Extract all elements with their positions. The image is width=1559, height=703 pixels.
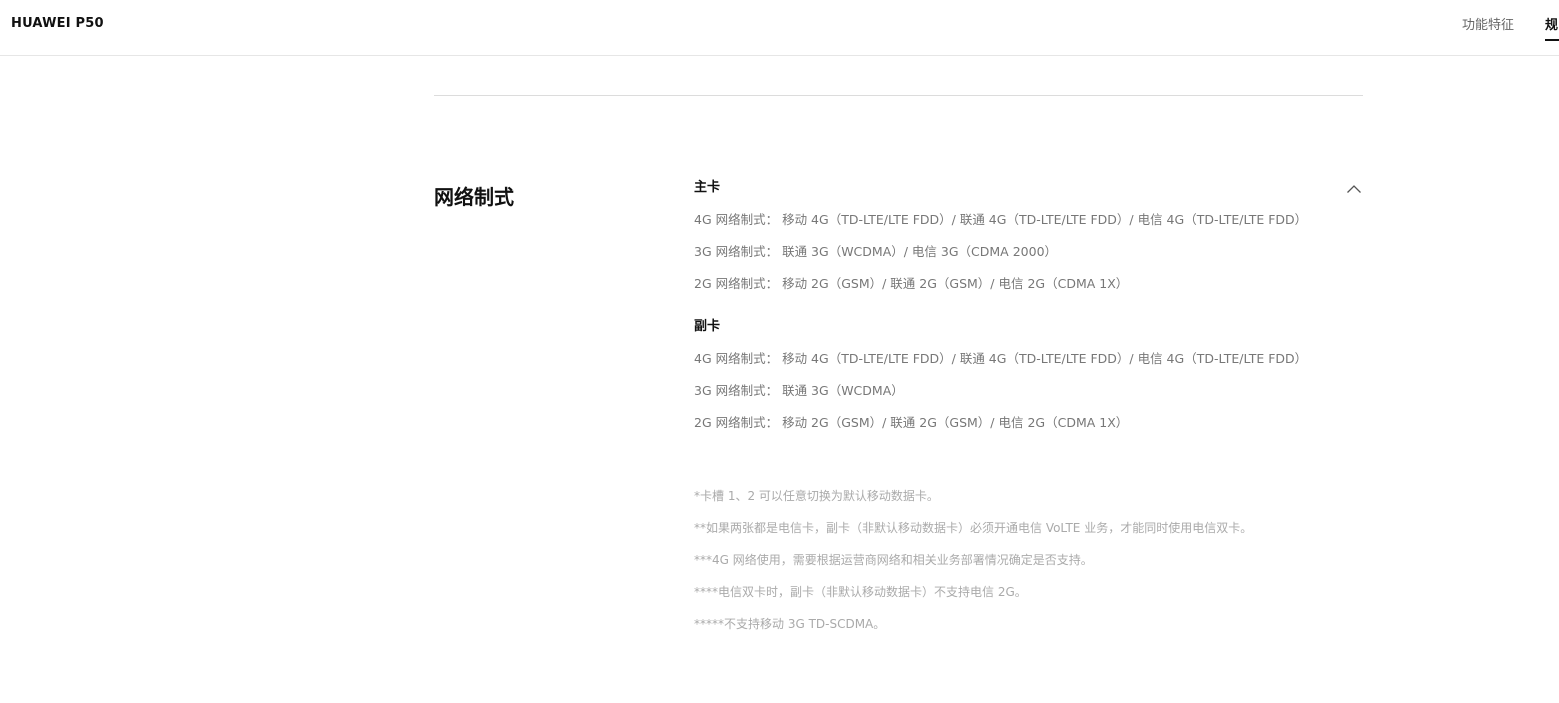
footnote: ***4G 网络使用，需要根据运营商网络和相关业务部署情况确定是否支持。: [694, 553, 1093, 567]
footnotes: *卡槽 1、2 可以任意切换为默认移动数据卡。 **如果两张都是电信卡，副卡（非…: [694, 480, 1334, 640]
section-title-network: 网络制式: [434, 185, 514, 209]
spec-group-secondary-card: 副卡 4G 网络制式： 移动 4G（TD-LTE/LTE FDD）/ 联通 4G…: [694, 319, 1334, 439]
group-title: 主卡: [694, 180, 721, 195]
spec-group-primary-card: 主卡 4G 网络制式： 移动 4G（TD-LTE/LTE FDD）/ 联通 4G…: [694, 180, 1334, 300]
spec-line-2g: 2G 网络制式： 移动 2G（GSM）/ 联通 2G（GSM）/ 电信 2G（C…: [694, 276, 1129, 291]
nav-tab-features[interactable]: 功能特征: [1462, 14, 1514, 39]
spec-line-3g: 3G 网络制式： 联通 3G（WCDMA）: [694, 383, 904, 398]
footnote: *卡槽 1、2 可以任意切换为默认移动数据卡。: [694, 489, 939, 503]
page-nav: 功能特征 规: [1462, 14, 1559, 44]
footnote: **如果两张都是电信卡，副卡（非默认移动数据卡）必须开通电信 VoLTE 业务，…: [694, 521, 1253, 535]
spec-line-3g: 3G 网络制式： 联通 3G（WCDMA）/ 电信 3G（CDMA 2000）: [694, 244, 1058, 259]
nav-tab-specs[interactable]: 规: [1545, 14, 1559, 41]
footnote: *****不支持移动 3G TD-SCDMA。: [694, 617, 886, 631]
spec-line-4g: 4G 网络制式： 移动 4G（TD-LTE/LTE FDD）/ 联通 4G（TD…: [694, 212, 1308, 227]
network-spec-content: 主卡 4G 网络制式： 移动 4G（TD-LTE/LTE FDD）/ 联通 4G…: [694, 180, 1334, 640]
spec-line-4g: 4G 网络制式： 移动 4G（TD-LTE/LTE FDD）/ 联通 4G（TD…: [694, 351, 1308, 366]
collapse-toggle-button[interactable]: [1346, 180, 1362, 193]
chevron-up-icon: [1347, 185, 1361, 193]
footnote: ****电信双卡时，副卡（非默认移动数据卡）不支持电信 2G。: [694, 585, 1027, 599]
section-divider: [434, 95, 1363, 96]
top-navigation-bar: HUAWEI P50 功能特征 规: [0, 0, 1559, 56]
spec-line-2g: 2G 网络制式： 移动 2G（GSM）/ 联通 2G（GSM）/ 电信 2G（C…: [694, 415, 1129, 430]
brand-title[interactable]: HUAWEI P50: [11, 16, 104, 31]
group-title: 副卡: [694, 319, 721, 334]
